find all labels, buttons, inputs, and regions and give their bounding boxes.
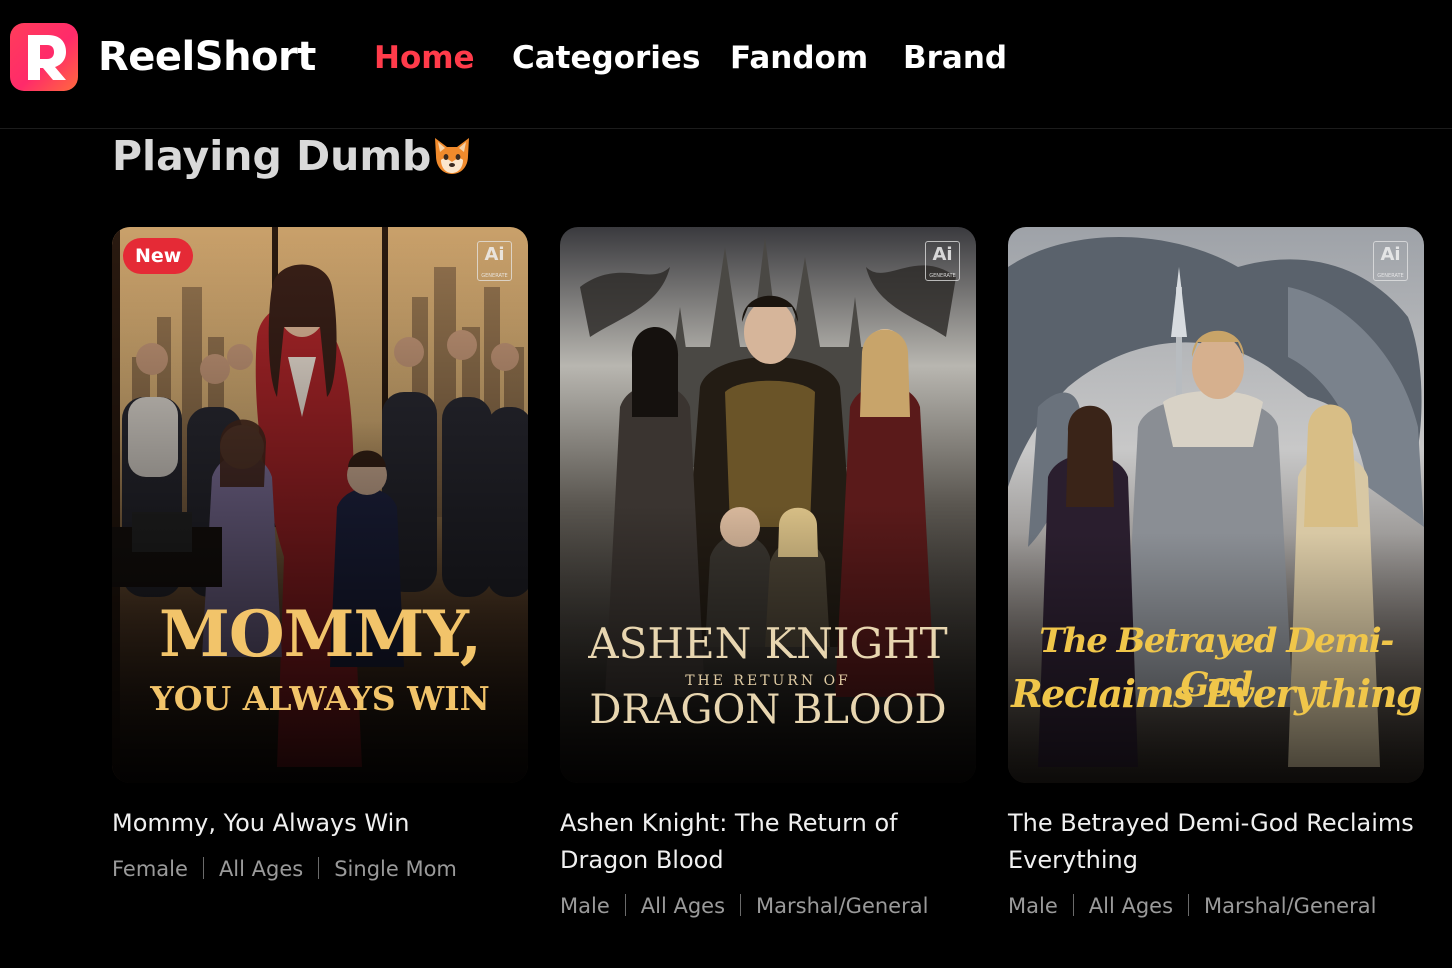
tag-separator bbox=[624, 894, 626, 916]
ai-generate-icon: Ai GENERATE bbox=[925, 241, 960, 281]
tag-separator bbox=[1188, 894, 1190, 916]
drama-card-betrayed-demi-god[interactable]: Ai GENERATE The Betrayed Demi-God Reclaim… bbox=[1008, 227, 1424, 921]
cover-image[interactable]: Ai GENERATE The Betrayed Demi-God Reclaim… bbox=[1008, 227, 1424, 783]
drama-card-mommy-you-always-win[interactable]: New Ai GENERATE MOMMY, YOU ALWAYS WIN Mom… bbox=[112, 227, 528, 884]
tag-age[interactable]: All Ages bbox=[219, 857, 303, 881]
drama-title[interactable]: Mommy, You Always Win bbox=[112, 805, 528, 842]
nav-brand[interactable]: Brand bbox=[903, 38, 1007, 78]
tag-audience[interactable]: Female bbox=[112, 857, 188, 881]
nav-categories[interactable]: Categories bbox=[512, 38, 700, 78]
ai-generate-icon: Ai GENERATE bbox=[1373, 241, 1408, 281]
tag-separator bbox=[1072, 894, 1074, 916]
new-badge: New bbox=[123, 238, 194, 274]
tag-audience[interactable]: Male bbox=[1008, 894, 1058, 918]
drama-title[interactable]: Ashen Knight: The Return of Dragon Blood bbox=[560, 805, 976, 879]
drama-card-ashen-knight[interactable]: Ai GENERATE ASHEN KNIGHT THE RETURN OF DR… bbox=[560, 227, 976, 921]
cover-image[interactable]: New Ai GENERATE MOMMY, YOU ALWAYS WIN bbox=[112, 227, 528, 783]
tag-genre[interactable]: Marshal/General bbox=[1204, 894, 1376, 918]
nav-fandom[interactable]: Fandom bbox=[730, 38, 868, 78]
tag-separator bbox=[740, 894, 742, 916]
drama-title[interactable]: The Betrayed Demi-God Reclaims Everythin… bbox=[1008, 805, 1424, 879]
cover-title-line-1: MOMMY, bbox=[159, 597, 482, 672]
ai-generate-icon: Ai GENERATE bbox=[477, 241, 512, 281]
tag-age[interactable]: All Ages bbox=[1089, 894, 1173, 918]
tag-separator bbox=[202, 857, 204, 879]
top-navigation-bar: ReelShort Home Categories Fandom Brand bbox=[0, 0, 1452, 129]
cover-image[interactable]: Ai GENERATE ASHEN KNIGHT THE RETURN OF DR… bbox=[560, 227, 976, 783]
tag-genre[interactable]: Single Mom bbox=[334, 857, 457, 881]
tag-age[interactable]: All Ages bbox=[641, 894, 725, 918]
cover-title-line-2: Reclaims Everything bbox=[1011, 671, 1422, 716]
cover-title-line-2: YOU ALWAYS WIN bbox=[150, 679, 490, 718]
tag-list: Male All Ages Marshal/General bbox=[1008, 891, 1424, 921]
cover-title-line-3: DRAGON BLOOD bbox=[589, 687, 947, 733]
nav-home[interactable]: Home bbox=[374, 38, 475, 78]
tag-list: Male All Ages Marshal/General bbox=[560, 891, 976, 921]
tag-separator bbox=[318, 857, 320, 879]
cover-title-line-1: ASHEN KNIGHT bbox=[588, 619, 948, 668]
reelshort-logo-icon[interactable] bbox=[10, 23, 78, 91]
section-title: Playing Dumb bbox=[112, 132, 432, 180]
brand-name[interactable]: ReelShort bbox=[98, 32, 316, 82]
tag-genre[interactable]: Marshal/General bbox=[756, 894, 928, 918]
fox-face-icon bbox=[430, 134, 474, 178]
tag-list: Female All Ages Single Mom bbox=[112, 854, 528, 884]
tag-audience[interactable]: Male bbox=[560, 894, 610, 918]
